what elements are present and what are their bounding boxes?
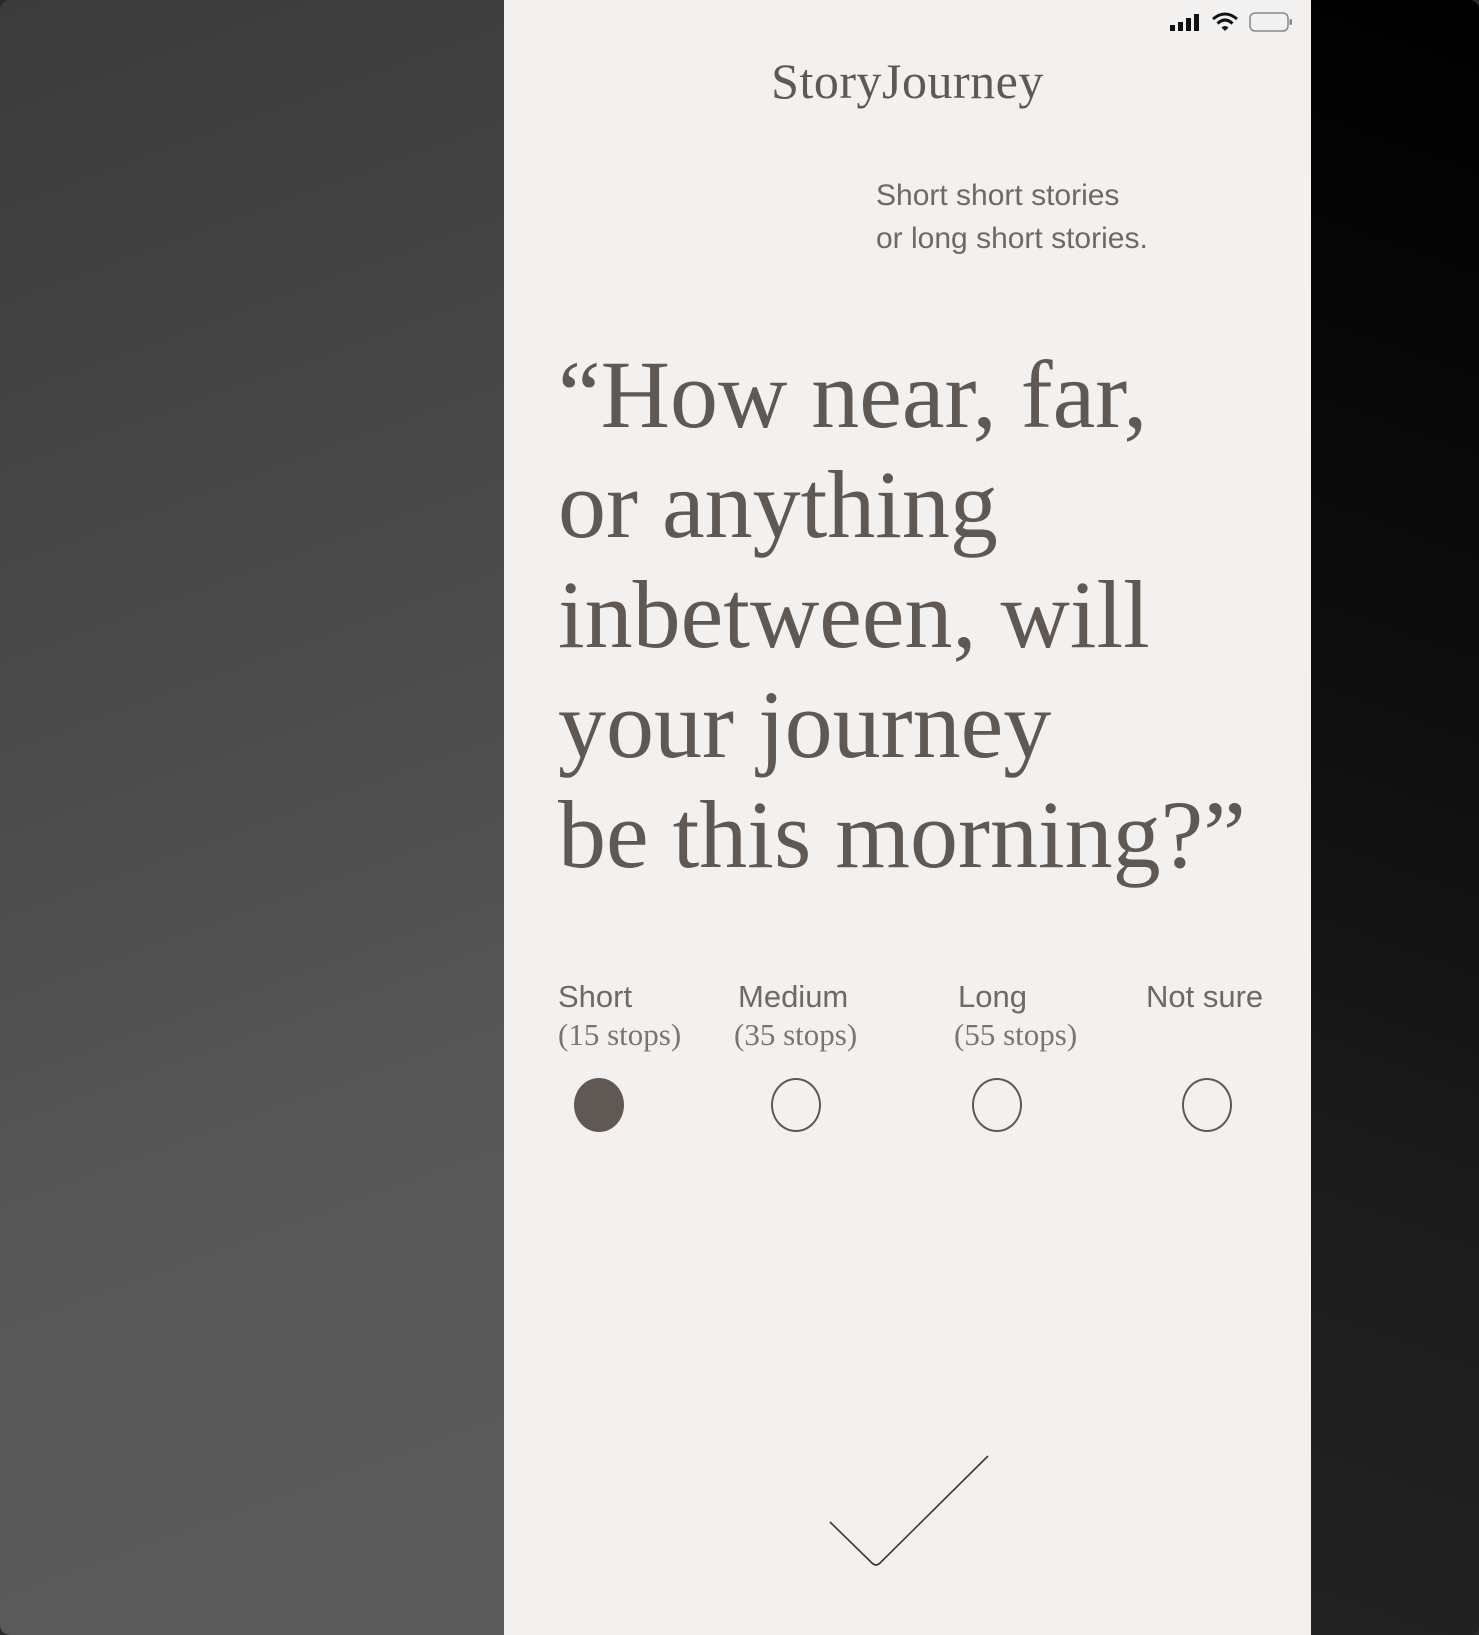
option-label: Medium bbox=[738, 979, 849, 1014]
question-line: your journey bbox=[558, 671, 1052, 778]
option-stops: (15 stops) bbox=[558, 1017, 682, 1052]
wifi-icon bbox=[1212, 12, 1238, 31]
app-title: StoryJourney bbox=[771, 53, 1044, 109]
phone-screen: StoryJourney Short short stories or long… bbox=[504, 0, 1311, 1635]
question-line: “How near, far, bbox=[558, 341, 1148, 448]
background-left-panel bbox=[0, 0, 504, 1635]
option-stops: (35 stops) bbox=[734, 1017, 858, 1052]
option-short[interactable]: Short (15 stops) bbox=[558, 978, 738, 1054]
option-stops: (55 stops) bbox=[954, 1017, 1078, 1052]
radio-short[interactable] bbox=[574, 1078, 624, 1132]
background-right-panel bbox=[1311, 0, 1479, 1635]
screen: StoryJourney Short short stories or long… bbox=[0, 0, 1479, 1635]
tagline-line-2: or long short stories. bbox=[876, 222, 1148, 255]
option-label: Not sure bbox=[1146, 979, 1264, 1014]
question-line: be this morning?” bbox=[558, 781, 1246, 888]
checkmark-icon bbox=[829, 1455, 989, 1566]
option-medium[interactable]: Medium (35 stops) bbox=[734, 978, 914, 1054]
option-label: Short bbox=[558, 979, 633, 1014]
confirm-button[interactable] bbox=[824, 1455, 1004, 1575]
status-bar bbox=[1169, 10, 1293, 34]
tagline: Short short stories or long short storie… bbox=[876, 174, 1148, 260]
cellular-signal-icon bbox=[1170, 14, 1199, 31]
radio-long[interactable] bbox=[972, 1078, 1022, 1132]
option-label: Long bbox=[958, 979, 1027, 1014]
radio-medium[interactable] bbox=[771, 1078, 821, 1132]
option-long[interactable]: Long (55 stops) bbox=[954, 978, 1134, 1054]
question-line: inbetween, will bbox=[558, 561, 1150, 668]
tagline-line-1: Short short stories bbox=[876, 179, 1120, 212]
question-line: or anything bbox=[558, 451, 998, 558]
option-not-sure[interactable]: Not sure bbox=[1146, 978, 1326, 1016]
question-text: “How near, far, or anything inbetween, w… bbox=[558, 340, 1298, 890]
radio-not-sure[interactable] bbox=[1182, 1078, 1232, 1132]
battery-icon bbox=[1249, 12, 1292, 32]
